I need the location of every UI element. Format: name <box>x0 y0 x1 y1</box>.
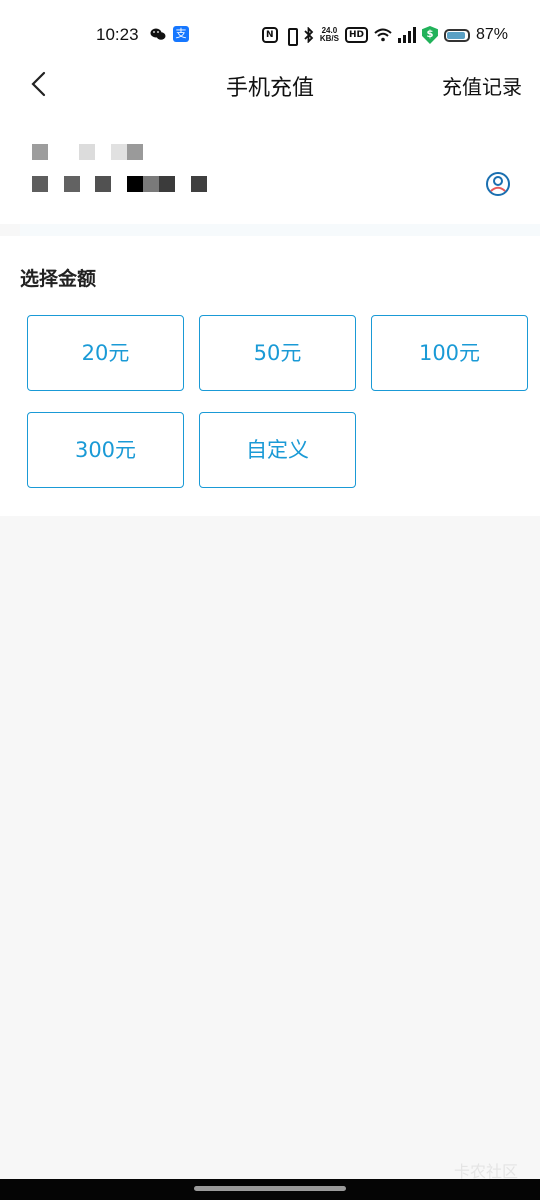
phone-recharge-screen: 10:23 支 N 24.0 KB/S HD $ 87% 手机充值 充值记录 选… <box>0 0 540 1200</box>
wechat-icon <box>150 28 166 40</box>
status-bar: 10:23 支 N 24.0 KB/S HD $ 87% <box>0 0 540 56</box>
select-amount-title: 选择金额 <box>20 268 97 290</box>
recharge-records-link[interactable]: 充值记录 <box>442 71 522 100</box>
alipay-icon: 支 <box>173 26 189 42</box>
phone-number-card[interactable] <box>0 116 540 224</box>
hd-badge: HD <box>344 27 368 43</box>
contact-picker-icon[interactable] <box>485 171 511 197</box>
amount-section: 选择金额 20元 50元 100元 300元 自定义 <box>0 236 540 516</box>
amount-option-20[interactable]: 20元 <box>27 315 184 391</box>
vibrate-icon <box>284 27 298 46</box>
battery-icon <box>443 28 470 42</box>
signal-icon <box>397 27 416 43</box>
speed-unit: KB/S <box>319 34 339 43</box>
battery-percent: 87% <box>475 26 508 43</box>
home-gesture-handle[interactable] <box>194 1186 346 1191</box>
security-shield-icon: $ <box>421 26 438 44</box>
amount-option-50[interactable]: 50元 <box>199 315 356 391</box>
status-icons: N 24.0 KB/S HD $ 87% <box>261 25 508 46</box>
nfc-icon: N <box>261 27 278 43</box>
system-nav-bar <box>0 1179 540 1200</box>
amount-option-100[interactable]: 100元 <box>371 315 528 391</box>
wifi-icon <box>374 28 392 42</box>
bluetooth-icon <box>304 27 314 43</box>
amount-option-300[interactable]: 300元 <box>27 412 184 488</box>
amount-option-custom[interactable]: 自定义 <box>199 412 356 488</box>
section-divider <box>20 224 540 236</box>
status-time: 10:23 <box>96 25 139 44</box>
network-speed: 24.0 KB/S <box>320 27 339 43</box>
header: 手机充值 充值记录 <box>0 56 540 116</box>
